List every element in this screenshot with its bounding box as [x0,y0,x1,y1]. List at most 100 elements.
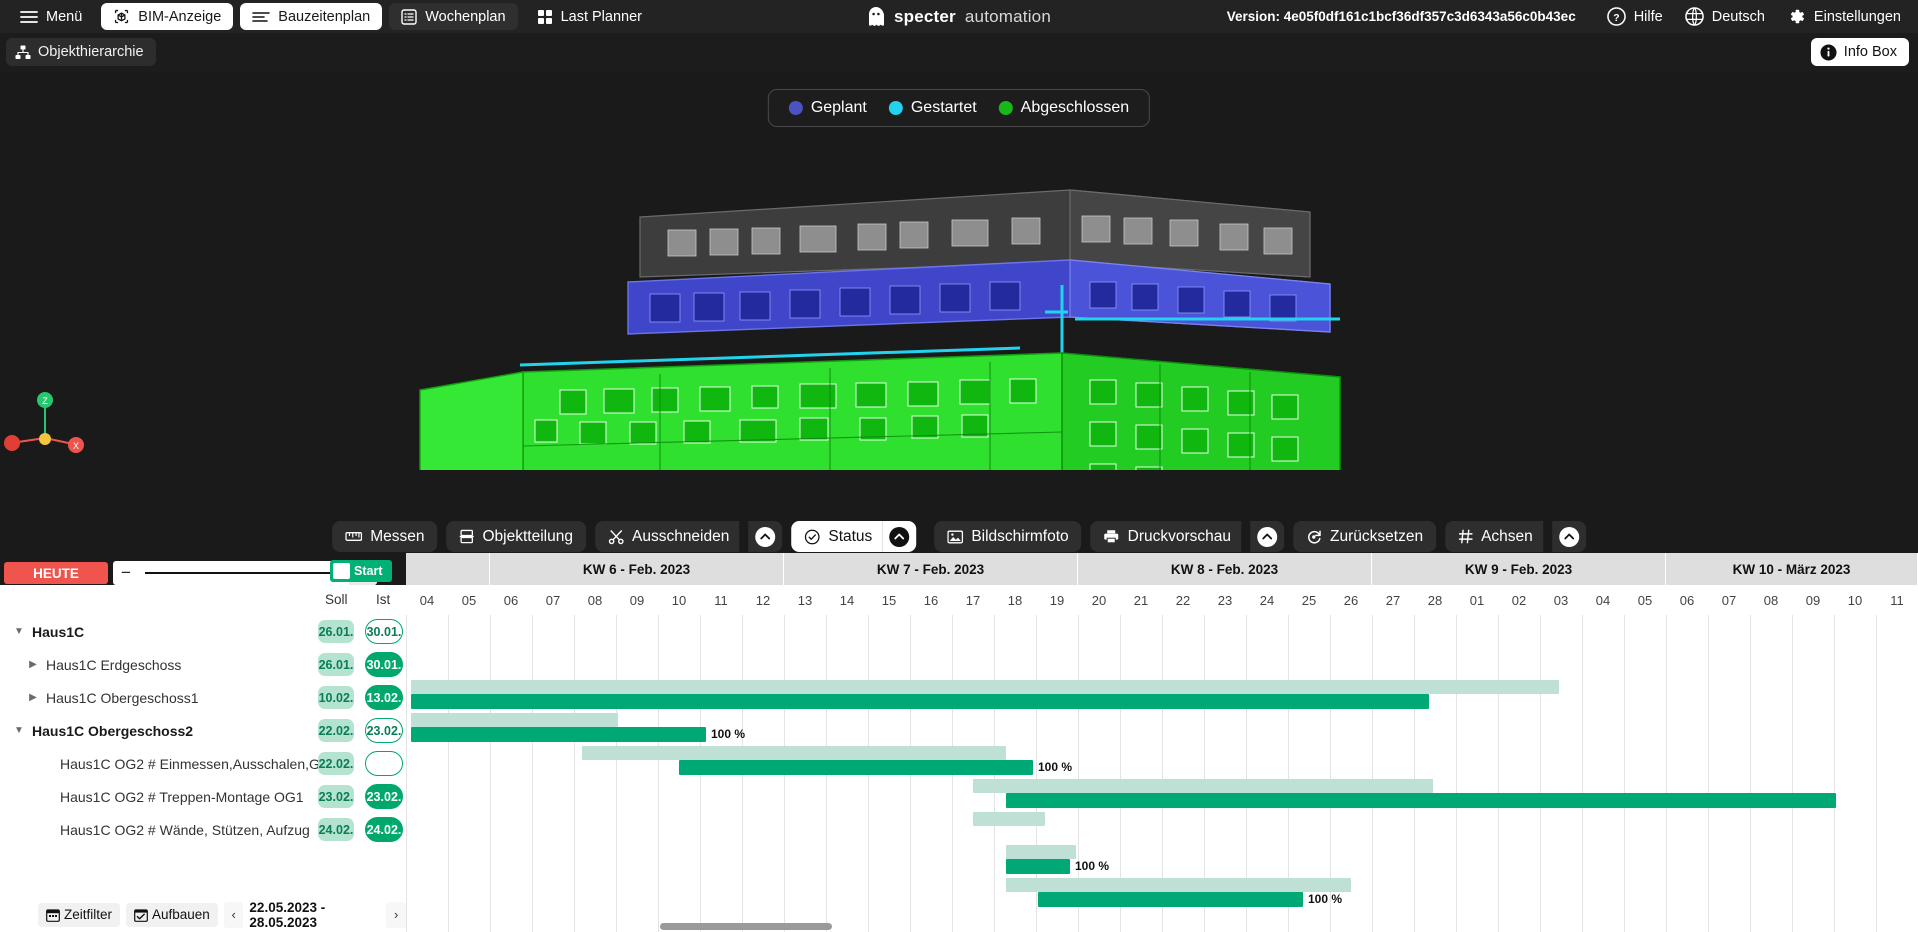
collapse-twisty-icon[interactable]: ▼ [12,725,26,736]
day-header: 24 [1246,586,1288,615]
tool-label: Messen [370,528,424,546]
task-row[interactable]: ▶Haus1C OG2 # Wände, Stützen, Aufzug24.0… [0,813,406,846]
day-header: 04 [1582,586,1624,615]
tool-achsen-chevron[interactable] [1552,521,1586,552]
zoom-track[interactable] [139,561,349,585]
tab-wochenplan[interactable]: Wochenplan [389,3,517,30]
task-label: Haus1C Obergeschoss2 [32,723,193,739]
prev-range-button[interactable]: ‹ [224,902,244,928]
image-icon [947,530,963,544]
gantt-header: HEUTE − + Start Soll Ist KW 6 - Feb. 202… [0,553,1918,615]
planned-bar[interactable] [411,680,1559,694]
tool-label: Ausschneiden [632,528,729,546]
scissors-icon [608,529,624,545]
actual-bar[interactable] [411,694,1429,709]
planned-bar[interactable] [973,812,1045,826]
grid-line [1834,615,1835,932]
chevron-up-icon [889,527,909,547]
tab-last-planner[interactable]: Last Planner [525,3,654,30]
next-range-button[interactable]: › [386,902,406,928]
tool-ausschneiden[interactable]: Ausschneiden [595,521,739,552]
grid-line [532,615,533,932]
tool-messen[interactable]: Messen [332,521,437,552]
horizontal-scrollbar[interactable] [660,923,832,930]
grid-line [1582,615,1583,932]
tool-achsen[interactable]: Achsen [1445,521,1543,552]
language-button[interactable]: Deutsch [1676,3,1774,30]
svg-text:Z: Z [42,396,48,406]
build-button[interactable]: Aufbauen [126,903,218,927]
time-filter-button[interactable]: Zeitfilter [38,903,120,927]
task-row[interactable]: ▶Haus1C OG2 # Treppen-Montage OG123.02.2… [0,780,406,813]
help-label: Hilfe [1634,9,1663,25]
build-label: Aufbauen [152,907,210,922]
task-label: Haus1C Obergeschoss1 [46,690,199,706]
day-header: 06 [490,586,532,615]
tool-druckvorschau[interactable]: Druckvorschau [1091,521,1241,552]
svg-text:?: ? [1613,13,1619,24]
bim-viewport[interactable]: Geplant Gestartet Abgeschlossen [0,72,1918,470]
actual-bar[interactable] [679,760,1033,775]
collapse-twisty-icon[interactable]: ▼ [12,626,26,637]
tab-bim-anzeige[interactable]: BIM-Anzeige [101,3,233,30]
task-row[interactable]: ▶Haus1C Erdgeschoss26.01.30.01. [0,648,406,681]
brand-name: specter [894,7,956,27]
grid-line [1750,615,1751,932]
help-button[interactable]: ? Hilfe [1598,3,1672,30]
planned-bar[interactable] [411,713,618,727]
day-header: 21 [1120,586,1162,615]
tab-bauzeitenplan[interactable]: Bauzeitenplan [240,3,382,30]
day-header: 02 [1498,586,1540,615]
tool-status-chevron[interactable] [882,521,916,552]
day-header: 09 [616,586,658,615]
axis-gizmo[interactable]: Z X [0,380,90,470]
grid-line [448,615,449,932]
actual-bar[interactable] [1006,859,1070,874]
gantt-body[interactable]: ▼Haus1C26.01.30.01.▶Haus1C Erdgeschoss26… [0,615,1918,932]
planned-bar[interactable] [973,779,1433,793]
tool-ausschneiden-chevron[interactable] [748,521,782,552]
actual-bar[interactable] [1006,793,1836,808]
week-header: KW 9 - Feb. 2023 [1372,553,1666,586]
grid-line [1708,615,1709,932]
expand-twisty-icon[interactable]: ▶ [26,692,40,703]
info-box-button[interactable]: Info Box [1811,38,1909,66]
zoom-out-button[interactable]: − [113,563,139,583]
building-model[interactable] [0,72,1918,470]
day-header: 06 [1666,586,1708,615]
planned-bar[interactable] [1006,878,1351,892]
task-row[interactable]: ▶Haus1C Obergeschoss110.02.13.02. [0,681,406,714]
settings-button[interactable]: Einstellungen [1778,3,1910,30]
tool-zuruecksetzen[interactable]: Zurücksetzen [1293,521,1436,552]
info-icon [1820,44,1837,61]
chevron-up-icon [755,527,775,547]
expand-twisty-icon[interactable]: ▶ [26,659,40,670]
week-header: KW 7 - Feb. 2023 [784,553,1078,586]
gantt-footer: Zeitfilter Aufbauen ‹ 22.05.2023 - 28.05… [0,896,406,932]
soll-date-badge: 24.02. [318,818,354,841]
planned-bar[interactable] [582,746,1006,760]
start-toggle[interactable]: Start [330,560,392,582]
tool-bildschirmfoto[interactable]: Bildschirmfoto [934,521,1081,552]
task-row[interactable]: ▼Haus1C Obergeschoss222.02.23.02. [0,714,406,747]
tool-status[interactable]: Status [791,521,882,552]
day-header: 26 [1330,586,1372,615]
menu-button[interactable]: Menü [12,3,94,30]
actual-bar[interactable] [1038,892,1303,907]
day-header: 14 [826,586,868,615]
task-tree[interactable]: ▼Haus1C26.01.30.01.▶Haus1C Erdgeschoss26… [0,615,406,932]
planned-bar[interactable] [1006,845,1076,859]
lines-icon [252,10,270,24]
today-button[interactable]: HEUTE [4,562,108,584]
task-row[interactable]: ▶Haus1C OG2 # Einmessen,Ausschalen,Gerüs… [0,747,406,780]
sub-bar: Objekthierarchie Info Box [0,33,1918,72]
tool-objektteilung[interactable]: Objektteilung [447,521,586,552]
cube-icon [113,8,130,25]
task-row[interactable]: ▼Haus1C26.01.30.01. [0,615,406,648]
actual-bar[interactable] [411,727,706,742]
tab-label: Bauzeitenplan [278,9,370,25]
object-hierarchy-button[interactable]: Objekthierarchie [6,38,156,66]
tool-druckvorschau-chevron[interactable] [1250,521,1284,552]
object-hierarchy-label: Objekthierarchie [38,44,144,60]
grid-line [1372,615,1373,932]
